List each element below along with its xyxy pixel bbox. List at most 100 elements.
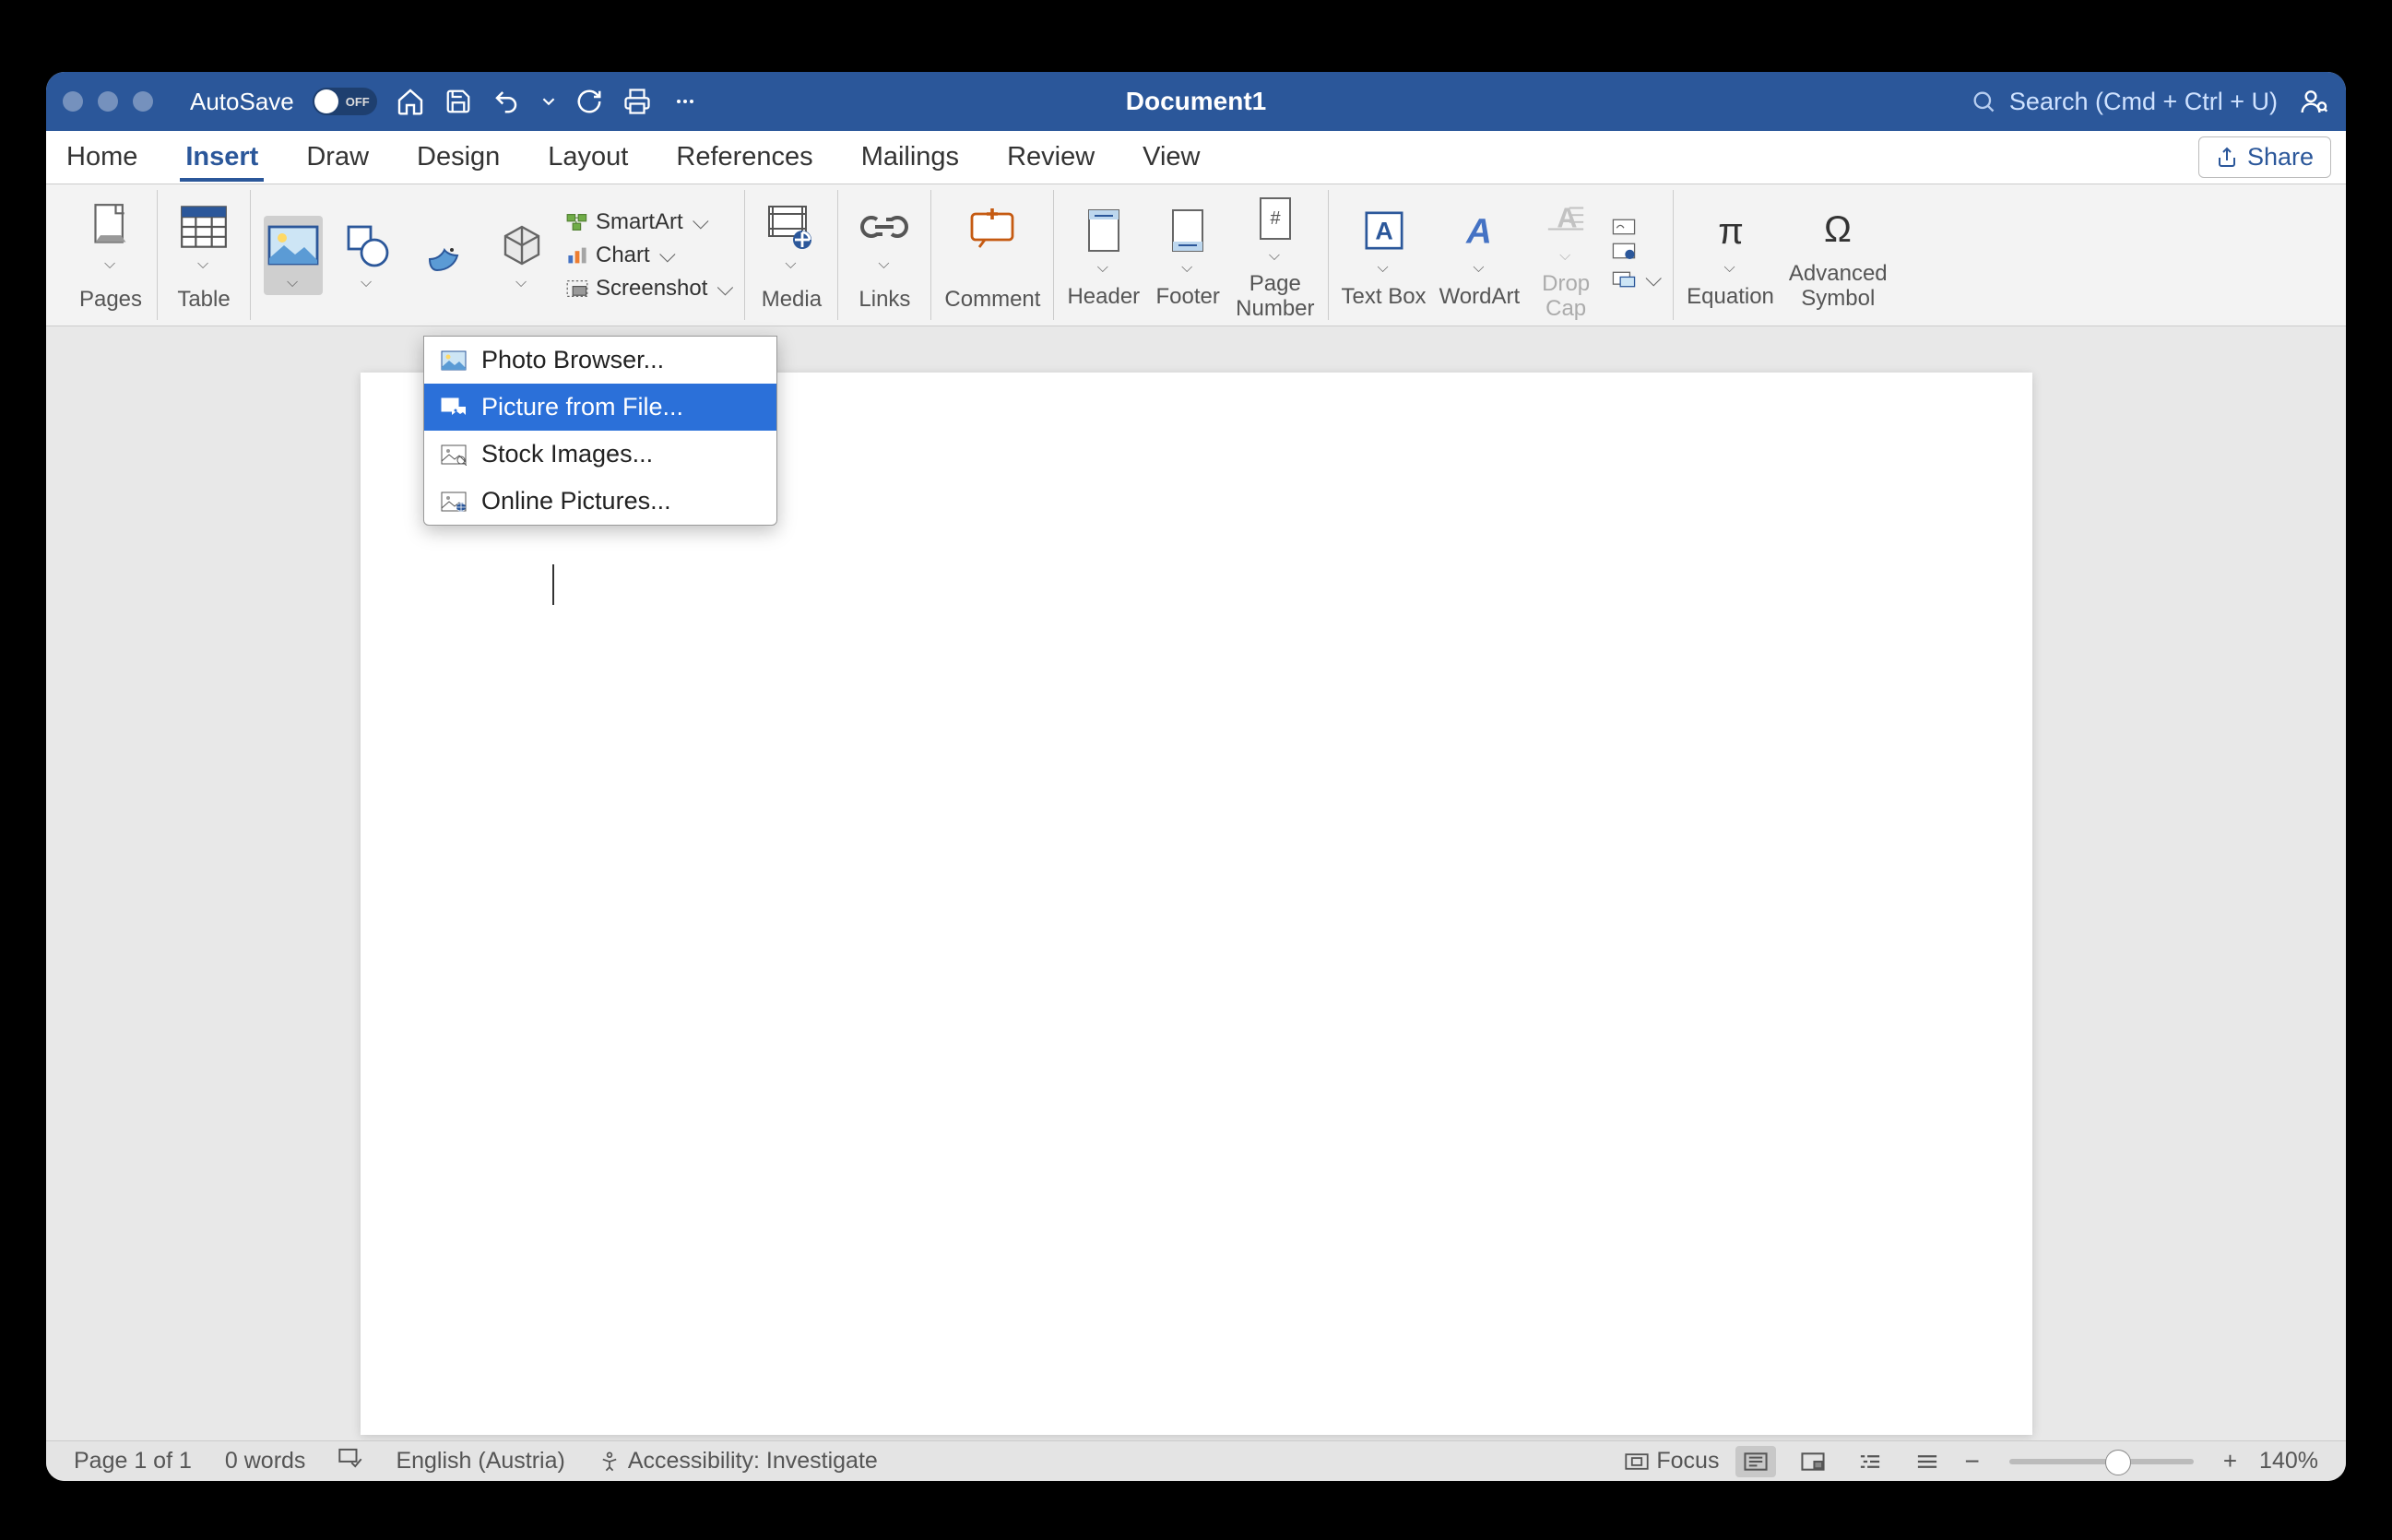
window-controls[interactable] xyxy=(63,91,153,112)
tab-mailings[interactable]: Mailings xyxy=(856,133,965,182)
accessibility-icon xyxy=(598,1451,621,1473)
draft-view[interactable] xyxy=(1907,1446,1948,1477)
date-time-button[interactable] xyxy=(1612,243,1660,259)
table-icon xyxy=(180,205,228,249)
close-icon[interactable] xyxy=(63,91,83,112)
comment-button[interactable] xyxy=(959,197,1025,256)
bird-icon xyxy=(422,233,467,278)
tab-review[interactable]: Review xyxy=(1001,133,1100,182)
links-button[interactable]: ⌵ xyxy=(851,197,918,277)
icons-button[interactable] xyxy=(411,226,478,285)
chevron-down-icon: ⌵ xyxy=(104,256,119,273)
comment-icon xyxy=(968,206,1016,248)
tab-home[interactable]: Home xyxy=(61,133,143,182)
group-links: ⌵ Links xyxy=(838,190,931,320)
tab-layout[interactable]: Layout xyxy=(542,133,634,182)
wordart-button[interactable]: A⌵ xyxy=(1446,201,1512,280)
symbol-button[interactable]: Ω xyxy=(1805,199,1871,258)
tab-view[interactable]: View xyxy=(1137,133,1205,182)
cube-icon xyxy=(500,223,544,267)
tab-design[interactable]: Design xyxy=(411,133,505,182)
menu-stock-images[interactable]: Stock Images... xyxy=(424,431,776,478)
statusbar: Page 1 of 1 0 words English (Austria) Ac… xyxy=(46,1440,2346,1481)
menu-photo-browser[interactable]: Photo Browser... xyxy=(424,337,776,384)
ribbon: ⌵ Pages ⌵ Table ⌵ ⌵ xyxy=(46,184,2346,326)
document-title: Document1 xyxy=(1126,87,1266,116)
group-illustrations: ⌵ ⌵ ⌵ SmartArt⌵ Chart⌵ xyxy=(251,190,745,320)
document-page[interactable] xyxy=(361,373,2032,1435)
media-button[interactable]: ⌵ xyxy=(758,197,824,277)
zoom-out-button[interactable]: − xyxy=(1964,1447,1979,1476)
undo-dropdown[interactable] xyxy=(541,87,556,116)
header-button[interactable]: ⌵ xyxy=(1071,201,1137,280)
chevron-down-icon: ⌵ xyxy=(785,256,799,273)
maximize-icon[interactable] xyxy=(133,91,153,112)
zoom-slider[interactable] xyxy=(2009,1459,2194,1464)
header-icon xyxy=(1085,208,1122,253)
ribbon-tabs: Home Insert Draw Design Layout Reference… xyxy=(46,131,2346,184)
equation-icon: π xyxy=(1709,210,1753,251)
drop-cap-icon: A xyxy=(1545,197,1587,240)
more-icon[interactable] xyxy=(670,87,700,116)
print-layout-view[interactable] xyxy=(1735,1446,1776,1477)
print-icon[interactable] xyxy=(622,87,652,116)
shapes-icon xyxy=(345,223,389,267)
group-text: A⌵ Text Box A⌵ WordArt A⌵ Drop Cap ⌵ xyxy=(1329,190,1675,320)
chart-icon xyxy=(566,246,588,265)
document-canvas[interactable] xyxy=(46,326,2346,1440)
chart-button[interactable]: Chart⌵ xyxy=(566,243,731,268)
3d-models-button[interactable]: ⌵ xyxy=(489,216,555,295)
text-box-icon: A xyxy=(1363,209,1405,252)
footer-button[interactable]: ⌵ xyxy=(1155,201,1221,280)
search-placeholder: Search (Cmd + Ctrl + U) xyxy=(2009,88,2278,116)
wordart-icon: A xyxy=(1458,209,1500,252)
drop-cap-button[interactable]: A⌵ xyxy=(1533,189,1599,268)
share-button[interactable]: Share xyxy=(2198,136,2331,178)
screenshot-button[interactable]: Screenshot⌵ xyxy=(566,276,731,302)
pages-button[interactable]: ⌵ xyxy=(77,197,144,277)
accessibility-status[interactable]: Accessibility: Investigate xyxy=(598,1448,878,1475)
web-layout-view[interactable] xyxy=(1793,1446,1833,1477)
online-pictures-icon xyxy=(441,491,467,513)
spell-check-icon[interactable] xyxy=(338,1448,362,1475)
home-icon[interactable] xyxy=(396,87,425,116)
svg-text:A: A xyxy=(1466,211,1493,251)
pictures-button[interactable]: ⌵ xyxy=(264,216,323,295)
text-box-button[interactable]: A⌵ xyxy=(1351,201,1417,280)
language[interactable]: English (Austria) xyxy=(396,1448,564,1475)
profile-icon[interactable] xyxy=(2300,87,2329,116)
stock-images-icon xyxy=(441,444,467,466)
menu-picture-from-file[interactable]: Picture from File... xyxy=(424,384,776,431)
smartart-button[interactable]: SmartArt⌵ xyxy=(566,209,731,235)
object-icon xyxy=(1612,271,1636,288)
equation-button[interactable]: π⌵ xyxy=(1698,201,1764,280)
shapes-button[interactable]: ⌵ xyxy=(334,216,400,295)
svg-text:π: π xyxy=(1718,211,1744,251)
page-info[interactable]: Page 1 of 1 xyxy=(74,1448,192,1475)
undo-icon[interactable] xyxy=(491,87,521,116)
tab-references[interactable]: References xyxy=(670,133,818,182)
menu-online-pictures[interactable]: Online Pictures... xyxy=(424,478,776,525)
autosave-toggle[interactable]: OFF xyxy=(313,88,377,115)
screenshot-icon xyxy=(566,279,588,298)
search-field[interactable]: Search (Cmd + Ctrl + U) xyxy=(1971,88,2278,116)
word-count[interactable]: 0 words xyxy=(225,1448,306,1475)
page-number-icon: # xyxy=(1257,196,1294,241)
page-number-button[interactable]: #⌵ xyxy=(1242,189,1308,268)
object-button[interactable]: ⌵ xyxy=(1612,267,1660,292)
quick-access-toolbar: AutoSave OFF xyxy=(190,87,700,116)
signature-button[interactable] xyxy=(1612,219,1660,235)
tab-draw[interactable]: Draw xyxy=(301,133,374,182)
symbol-icon: Ω xyxy=(1816,208,1860,249)
redo-icon[interactable] xyxy=(574,87,604,116)
picture-icon xyxy=(267,224,319,267)
tab-insert[interactable]: Insert xyxy=(180,133,264,182)
zoom-in-button[interactable]: + xyxy=(2223,1447,2237,1475)
zoom-level[interactable]: 140% xyxy=(2254,1448,2318,1475)
outline-view[interactable] xyxy=(1850,1446,1890,1477)
titlebar: AutoSave OFF Document1 Search (Cmd + Ctr… xyxy=(46,72,2346,131)
table-button[interactable]: ⌵ xyxy=(171,197,237,277)
save-icon[interactable] xyxy=(444,87,473,116)
minimize-icon[interactable] xyxy=(98,91,118,112)
focus-mode-button[interactable]: Focus xyxy=(1625,1448,1719,1475)
